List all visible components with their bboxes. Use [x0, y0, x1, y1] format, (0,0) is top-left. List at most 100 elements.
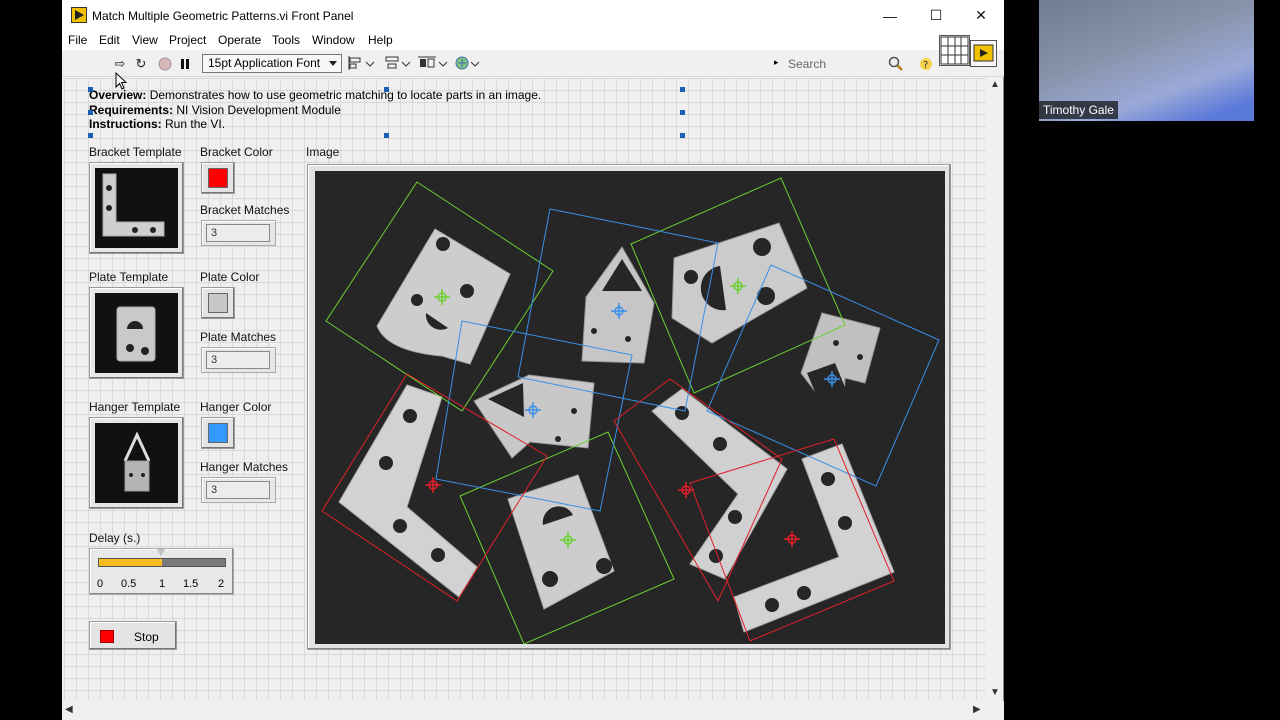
- window-title: Match Multiple Geometric Patterns.vi Fro…: [92, 9, 354, 23]
- menu-tools[interactable]: Tools: [272, 33, 300, 47]
- menu-window[interactable]: Window: [312, 33, 355, 47]
- selection-handle[interactable]: [680, 87, 685, 92]
- hanger-matches-indicator: 3: [201, 477, 276, 503]
- vertical-scrollbar[interactable]: ▲ ▼: [986, 77, 1003, 701]
- plate-color-box[interactable]: [201, 287, 235, 319]
- menu-edit[interactable]: Edit: [99, 33, 120, 47]
- search-arrow-icon: ▸: [774, 57, 779, 67]
- menu-help[interactable]: Help: [368, 33, 393, 47]
- hanger-template-image[interactable]: [89, 417, 184, 509]
- menu-operate[interactable]: Operate: [218, 33, 261, 47]
- selection-handle[interactable]: [88, 87, 93, 92]
- requirements-text: NI Vision Development Module: [173, 102, 341, 117]
- image-canvas[interactable]: [315, 171, 945, 644]
- scroll-down-icon[interactable]: ▼: [990, 687, 1000, 698]
- labview-front-panel-window: Match Multiple Geometric Patterns.vi Fro…: [62, 0, 1004, 720]
- hanger-color-box[interactable]: [201, 417, 235, 449]
- svg-text:?: ?: [923, 60, 928, 71]
- bracket-color-box[interactable]: [201, 162, 235, 194]
- bracket-template-label: Bracket Template: [89, 145, 182, 159]
- instructions-text: Run the VI.: [161, 117, 226, 131]
- title-bar: Match Multiple Geometric Patterns.vi Fro…: [62, 0, 1004, 31]
- participant-video-tile[interactable]: Timothy Gale: [1039, 0, 1254, 121]
- overview-text: Demonstrates how to use geometric matchi…: [146, 88, 542, 102]
- selection-handle[interactable]: [384, 87, 389, 92]
- description-text: Overview: Demonstrates how to use geomet…: [89, 88, 541, 132]
- delay-tick-label: 1.5: [183, 578, 199, 590]
- search-placeholder: Search: [788, 57, 827, 71]
- participant-name: Timothy Gale: [1039, 101, 1118, 119]
- search-icon[interactable]: [888, 56, 904, 72]
- delay-slider-track[interactable]: [98, 558, 226, 567]
- menu-file[interactable]: File: [68, 33, 87, 47]
- hanger-color-label: Hanger Color: [200, 400, 272, 414]
- stop-button[interactable]: Stop: [89, 621, 177, 650]
- bracket-color-swatch: [208, 168, 228, 188]
- plate-color-swatch: [208, 293, 228, 313]
- bracket-matches-value: 3: [206, 224, 270, 242]
- image-label: Image: [306, 145, 340, 159]
- connector-pane-icon[interactable]: [939, 35, 970, 66]
- selection-handle[interactable]: [680, 110, 685, 115]
- horizontal-scrollbar[interactable]: ◀ ▶: [62, 701, 1004, 720]
- plate-matches-value: 3: [206, 351, 270, 369]
- menu-bar: File Edit View Project Operate Tools Win…: [62, 31, 1004, 50]
- plate-color-label: Plate Color: [200, 270, 260, 284]
- hanger-template-label: Hanger Template: [89, 400, 181, 414]
- delay-tick-label: 0: [97, 578, 104, 590]
- plate-template-label: Plate Template: [89, 270, 169, 284]
- maximize-button[interactable]: ☐: [913, 0, 959, 31]
- matched-parts-image: [321, 177, 940, 644]
- selection-handle[interactable]: [680, 133, 685, 138]
- stop-button-label: Stop: [134, 630, 159, 644]
- reorder-icon[interactable]: [454, 55, 486, 73]
- requirements-label: Requirements:: [89, 102, 174, 117]
- scroll-right-icon[interactable]: ▶: [973, 704, 981, 715]
- bracket-template-image[interactable]: [89, 162, 184, 254]
- distribute-objects-icon[interactable]: [384, 55, 416, 73]
- stop-led-icon: [100, 630, 114, 643]
- delay-tick-label: 2: [218, 578, 225, 590]
- resize-objects-icon[interactable]: [418, 55, 450, 73]
- plate-matches-label: Plate Matches: [200, 330, 277, 344]
- menu-view[interactable]: View: [132, 33, 158, 47]
- overview-label: Overview:: [89, 88, 147, 102]
- abort-execution-icon[interactable]: [157, 56, 173, 72]
- selection-handle[interactable]: [88, 110, 93, 115]
- image-display[interactable]: [307, 164, 951, 650]
- scroll-up-icon[interactable]: ▲: [990, 79, 1000, 90]
- plate-template-image[interactable]: [89, 287, 184, 379]
- bracket-color-label: Bracket Color: [200, 145, 273, 159]
- labview-app-icon: [71, 7, 87, 23]
- vi-icon[interactable]: [970, 40, 997, 67]
- hanger-matches-value: 3: [206, 481, 270, 499]
- scroll-left-icon[interactable]: ◀: [65, 704, 73, 715]
- menu-project[interactable]: Project: [169, 33, 206, 47]
- bracket-matches-label: Bracket Matches: [200, 203, 290, 217]
- bracket-matches-indicator: 3: [201, 220, 276, 246]
- delay-slider-fill: [99, 559, 162, 566]
- instructions-label: Instructions:: [89, 117, 162, 131]
- pause-icon[interactable]: [177, 56, 193, 72]
- delay-slider[interactable]: 0 0.5 1 1.5 2: [89, 548, 234, 595]
- selection-handle[interactable]: [88, 133, 93, 138]
- align-objects-icon[interactable]: [348, 55, 380, 73]
- help-icon[interactable]: ?: [918, 56, 934, 72]
- search-box[interactable]: ▸ Search: [774, 54, 914, 74]
- minimize-button[interactable]: —: [867, 0, 913, 31]
- close-button[interactable]: ✕: [958, 0, 1004, 31]
- hanger-color-swatch: [208, 423, 228, 443]
- run-arrow-icon[interactable]: ⇨: [112, 56, 128, 72]
- hanger-matches-label: Hanger Matches: [200, 460, 289, 474]
- delay-tick-label: 1: [159, 578, 166, 590]
- selection-handle[interactable]: [384, 133, 389, 138]
- font-selector[interactable]: 15pt Application Font: [202, 54, 342, 73]
- run-continuously-icon[interactable]: ↻: [133, 56, 149, 72]
- delay-tick-label: 0.5: [121, 578, 137, 590]
- plate-matches-indicator: 3: [201, 347, 276, 373]
- toolbar: ⇨ ↻ 15pt Application Font ▸ Search ?: [62, 35, 1004, 77]
- front-panel: Overview: Demonstrates how to use geomet…: [64, 78, 987, 700]
- font-selector-value: 15pt Application Font: [208, 56, 321, 70]
- chevron-down-icon: [329, 61, 337, 66]
- delay-slider-thumb[interactable]: [157, 549, 165, 556]
